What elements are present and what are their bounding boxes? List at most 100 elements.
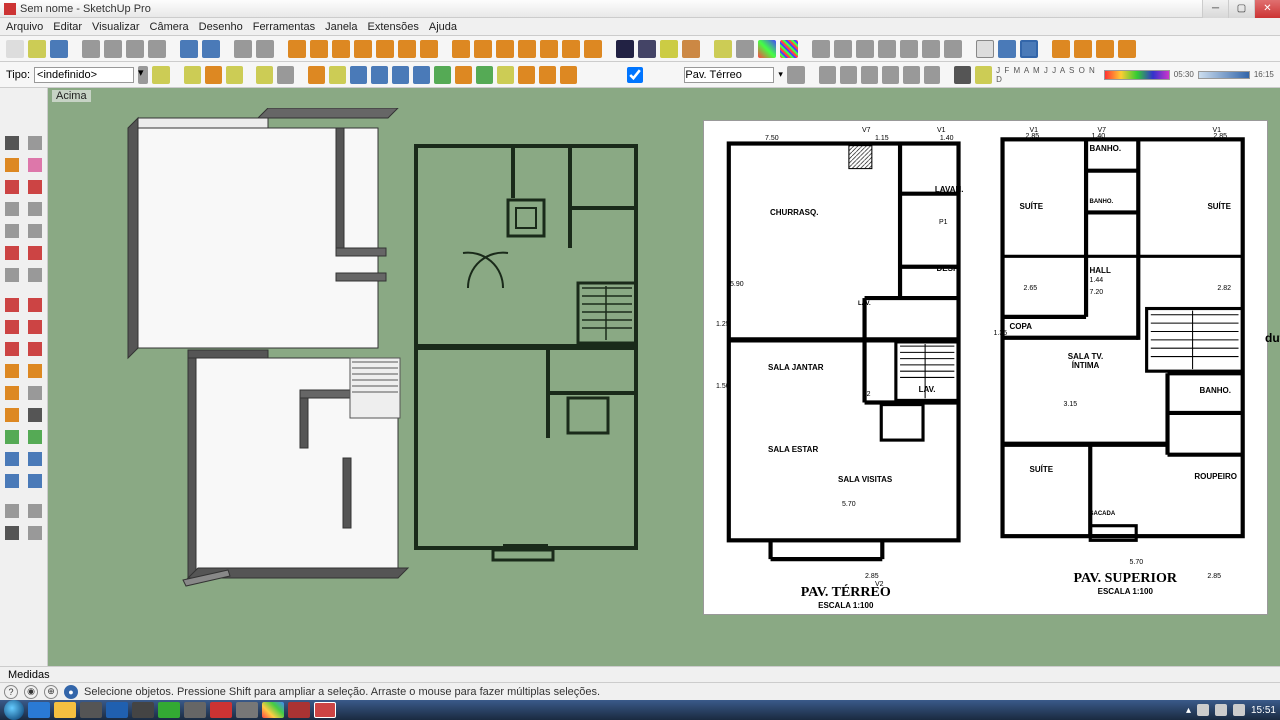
view-back-icon[interactable] bbox=[540, 40, 558, 58]
taskbar-app2-icon[interactable] bbox=[132, 702, 154, 718]
rotate-tool-icon[interactable] bbox=[24, 294, 48, 316]
orbit-tool-icon[interactable] bbox=[0, 426, 24, 448]
3dtext-tool-icon[interactable] bbox=[24, 382, 48, 404]
taskbar-ie-icon[interactable] bbox=[28, 702, 50, 718]
arc-tool-icon[interactable] bbox=[0, 242, 24, 264]
menu-camera[interactable]: Câmera bbox=[150, 21, 189, 33]
style-1-icon[interactable] bbox=[288, 40, 306, 58]
geo-4-icon[interactable] bbox=[882, 66, 899, 84]
dimension-tool-icon[interactable] bbox=[0, 360, 24, 382]
plugin-11-icon[interactable] bbox=[518, 66, 535, 84]
section-2-icon[interactable] bbox=[998, 40, 1016, 58]
taskbar-app5-icon[interactable] bbox=[288, 702, 310, 718]
geo-6-icon[interactable] bbox=[924, 66, 941, 84]
face-4-icon[interactable] bbox=[682, 40, 700, 58]
type-refresh-icon[interactable] bbox=[152, 66, 170, 84]
taskbar-acrobat-icon[interactable] bbox=[210, 702, 232, 718]
geo-5-icon[interactable] bbox=[903, 66, 920, 84]
component-5-icon[interactable] bbox=[900, 40, 918, 58]
type-input[interactable] bbox=[34, 67, 134, 83]
menu-arquivo[interactable]: Arquivo bbox=[6, 21, 43, 33]
new-icon[interactable] bbox=[6, 40, 24, 58]
help-status-icon[interactable]: ? bbox=[4, 685, 18, 699]
geo-1-icon[interactable] bbox=[819, 66, 836, 84]
layer-manager-icon[interactable] bbox=[787, 66, 805, 84]
style-6-icon[interactable] bbox=[398, 40, 416, 58]
eraser-tool-icon[interactable] bbox=[24, 132, 48, 154]
delete-icon[interactable] bbox=[148, 40, 166, 58]
axes-tool-icon[interactable] bbox=[0, 382, 24, 404]
component-3-icon[interactable] bbox=[856, 40, 874, 58]
geo-status-icon[interactable]: ⊕ bbox=[44, 685, 58, 699]
undo-icon[interactable] bbox=[180, 40, 198, 58]
taskbar-excel-icon[interactable] bbox=[158, 702, 180, 718]
line-tool-icon[interactable] bbox=[0, 176, 24, 198]
plugin-7-icon[interactable] bbox=[434, 66, 451, 84]
component-6-icon[interactable] bbox=[922, 40, 940, 58]
freehand-tool-icon[interactable] bbox=[24, 176, 48, 198]
section-3-icon[interactable] bbox=[1020, 40, 1038, 58]
taskbar-app3-icon[interactable] bbox=[184, 702, 206, 718]
palette-icon[interactable] bbox=[758, 40, 776, 58]
fog-icon[interactable] bbox=[736, 40, 754, 58]
plugin-12-icon[interactable] bbox=[539, 66, 556, 84]
style-7-icon[interactable] bbox=[420, 40, 438, 58]
style-4-icon[interactable] bbox=[354, 40, 372, 58]
face-1-icon[interactable] bbox=[616, 40, 634, 58]
taskbar-sketchup-icon[interactable] bbox=[314, 702, 336, 718]
plugin-8-icon[interactable] bbox=[455, 66, 472, 84]
minimize-button[interactable]: ─ bbox=[1202, 0, 1228, 18]
warehouse-icon[interactable] bbox=[1052, 40, 1070, 58]
style-5-icon[interactable] bbox=[376, 40, 394, 58]
stop-icon[interactable] bbox=[560, 66, 577, 84]
menu-ajuda[interactable]: Ajuda bbox=[429, 21, 457, 33]
look-around-icon[interactable] bbox=[24, 500, 48, 522]
rotrect-tool-icon[interactable] bbox=[24, 198, 48, 220]
layer-visibility-checkbox[interactable] bbox=[590, 67, 680, 83]
menu-desenho[interactable]: Desenho bbox=[199, 21, 243, 33]
month-slider[interactable] bbox=[1104, 70, 1170, 80]
style-2-icon[interactable] bbox=[310, 40, 328, 58]
rectangle-tool-icon[interactable] bbox=[0, 198, 24, 220]
view-persp-icon[interactable] bbox=[584, 40, 602, 58]
view-right-icon[interactable] bbox=[518, 40, 536, 58]
geo-2-icon[interactable] bbox=[840, 66, 857, 84]
plugin-10-icon[interactable] bbox=[497, 66, 514, 84]
paste-icon[interactable] bbox=[126, 40, 144, 58]
position-camera-icon[interactable] bbox=[0, 500, 24, 522]
print-icon[interactable] bbox=[234, 40, 252, 58]
layer-name-input[interactable] bbox=[684, 67, 774, 83]
scene-2-icon[interactable] bbox=[205, 66, 222, 84]
component-1-icon[interactable] bbox=[812, 40, 830, 58]
menu-extensoes[interactable]: Extensões bbox=[368, 21, 419, 33]
pan-tool-icon[interactable] bbox=[24, 426, 48, 448]
style-3-icon[interactable] bbox=[332, 40, 350, 58]
component-2-icon[interactable] bbox=[834, 40, 852, 58]
section-1-icon[interactable] bbox=[976, 40, 994, 58]
scene-3-icon[interactable] bbox=[226, 66, 243, 84]
tape-tool-icon[interactable] bbox=[0, 338, 24, 360]
component-4-icon[interactable] bbox=[878, 40, 896, 58]
face-2-icon[interactable] bbox=[638, 40, 656, 58]
taskbar-explorer-icon[interactable] bbox=[54, 702, 76, 718]
plugin-2-icon[interactable] bbox=[329, 66, 346, 84]
component-7-icon[interactable] bbox=[944, 40, 962, 58]
maximize-button[interactable]: ▢ bbox=[1228, 0, 1254, 18]
scale-tool-icon[interactable] bbox=[0, 316, 24, 338]
menu-ferramentas[interactable]: Ferramentas bbox=[253, 21, 315, 33]
plugin-1-icon[interactable] bbox=[308, 66, 325, 84]
model-info-icon[interactable] bbox=[256, 40, 274, 58]
move-tool-icon[interactable] bbox=[0, 294, 24, 316]
time-slider[interactable] bbox=[1198, 71, 1250, 79]
scene-1-icon[interactable] bbox=[184, 66, 201, 84]
menu-janela[interactable]: Janela bbox=[325, 21, 357, 33]
plugin-4-icon[interactable] bbox=[371, 66, 388, 84]
materials-icon[interactable] bbox=[780, 40, 798, 58]
offset-tool-icon[interactable] bbox=[24, 316, 48, 338]
credits-status-icon[interactable]: ● bbox=[64, 685, 78, 699]
paint-tool-icon[interactable] bbox=[0, 154, 24, 176]
section-tool-icon[interactable] bbox=[0, 404, 24, 426]
label-tool-icon[interactable] bbox=[24, 404, 48, 426]
copy-icon[interactable] bbox=[104, 40, 122, 58]
help-icon[interactable] bbox=[1118, 40, 1136, 58]
